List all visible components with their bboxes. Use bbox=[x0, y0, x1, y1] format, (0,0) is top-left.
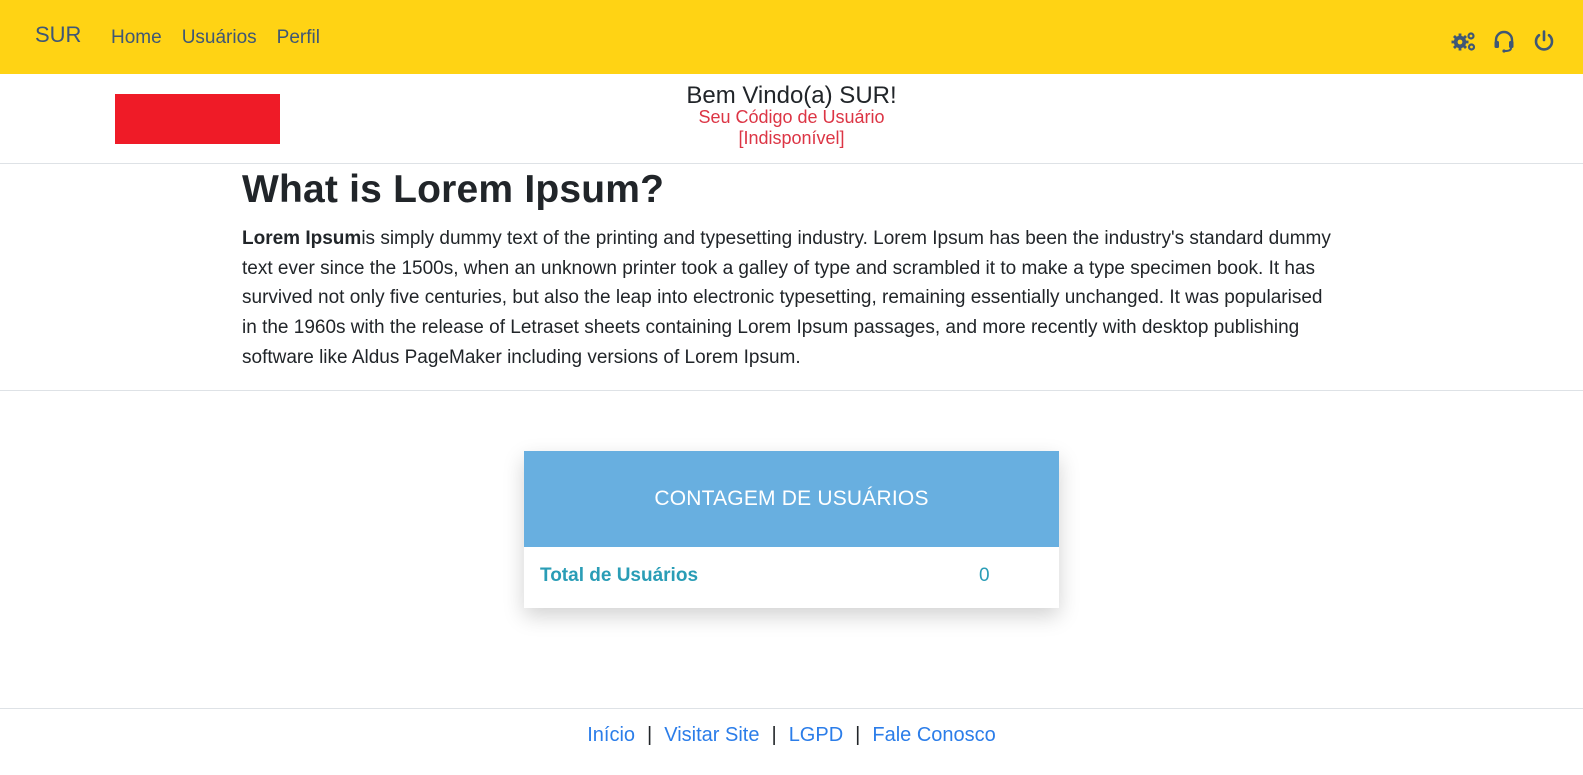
footer-separator: | bbox=[647, 724, 653, 746]
welcome-bar: Bem Vindo(a) SUR! Seu Código de Usuário … bbox=[0, 74, 1583, 164]
settings-gears-icon[interactable] bbox=[1451, 28, 1477, 54]
nav-links: Home Usuários Perfil bbox=[111, 27, 340, 49]
total-users-value: 0 bbox=[979, 565, 990, 586]
user-code-value: [Indisponível] bbox=[738, 128, 845, 148]
nav-link-usuarios[interactable]: Usuários bbox=[182, 27, 257, 49]
footer-link-visitar-site[interactable]: Visitar Site bbox=[664, 724, 759, 775]
brand-link[interactable]: SUR bbox=[35, 22, 81, 48]
article-bold-lead: Lorem Ipsum bbox=[242, 228, 362, 249]
footer-link-fale-conosco[interactable]: Fale Conosco bbox=[872, 724, 995, 775]
welcome-title: Bem Vindo(a) SUR! bbox=[686, 82, 897, 109]
user-count-card: CONTAGEM DE USUÁRIOS Total de Usuários 0 bbox=[524, 451, 1059, 608]
article-text: is simply dummy text of the printing and… bbox=[242, 228, 1331, 368]
footer-separator: | bbox=[771, 724, 777, 746]
footer-link-lgpd[interactable]: LGPD bbox=[789, 724, 843, 775]
footer-link-inicio[interactable]: Início bbox=[587, 724, 635, 775]
article-title: What is Lorem Ipsum? bbox=[242, 168, 665, 211]
article-body: Lorem Ipsumis simply dummy text of the p… bbox=[242, 224, 1342, 373]
total-users-label: Total de Usuários bbox=[540, 565, 699, 586]
footer-separator: | bbox=[855, 724, 861, 746]
article-section: What is Lorem Ipsum? Lorem Ipsumis simpl… bbox=[0, 164, 1583, 391]
top-navbar: SUR Home Usuários Perfil bbox=[0, 0, 1583, 74]
card-header: CONTAGEM DE USUÁRIOS bbox=[524, 451, 1059, 547]
nav-link-perfil[interactable]: Perfil bbox=[277, 27, 320, 49]
nav-link-home[interactable]: Home bbox=[111, 27, 162, 49]
user-code-label: Seu Código de Usuário bbox=[698, 107, 885, 127]
footer: Início | Visitar Site | LGPD | Fale Cono… bbox=[0, 708, 1583, 775]
card-row-total-users: Total de Usuários 0 bbox=[524, 547, 1059, 608]
nav-icons bbox=[1451, 28, 1557, 54]
headset-support-icon[interactable] bbox=[1491, 28, 1517, 54]
power-icon[interactable] bbox=[1531, 28, 1557, 54]
